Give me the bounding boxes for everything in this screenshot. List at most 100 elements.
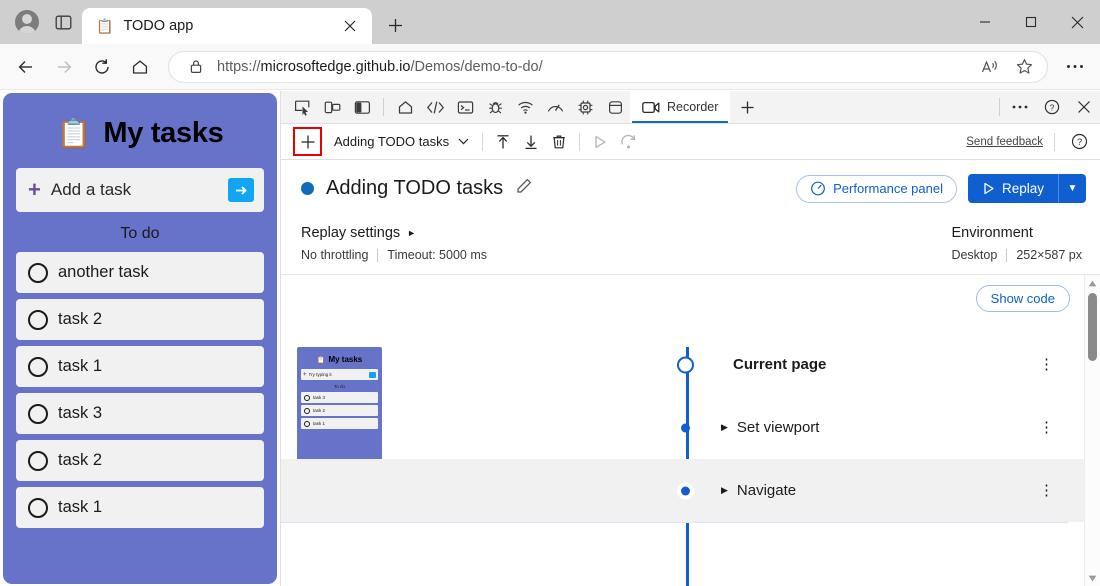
url-bar[interactable]: https://microsoftedge.github.io/Demos/de…: [168, 51, 1048, 83]
task-checkbox-icon[interactable]: [28, 263, 48, 283]
new-tab-button[interactable]: [378, 8, 412, 42]
step-menu-button[interactable]: ⋮: [1039, 420, 1084, 435]
reload-button[interactable]: [84, 49, 120, 85]
device-value: Desktop: [951, 248, 997, 262]
replay-recording-button[interactable]: [587, 129, 613, 155]
pencil-icon: [515, 177, 533, 195]
step-row-current-page[interactable]: Current page ⋮: [281, 333, 1084, 396]
show-code-button[interactable]: Show code: [976, 285, 1070, 312]
task-item[interactable]: task 2: [16, 299, 264, 340]
minimize-button[interactable]: [962, 0, 1008, 44]
replay-options-button[interactable]: ▼: [1058, 174, 1086, 203]
task-item[interactable]: task 2: [16, 440, 264, 481]
send-feedback-link[interactable]: Send feedback: [966, 136, 1043, 148]
dock-side-button[interactable]: [347, 91, 377, 123]
devtools-close-button[interactable]: [1068, 91, 1100, 124]
browser-tab[interactable]: 📋 TODO app: [82, 8, 372, 44]
read-aloud-icon[interactable]: [977, 54, 1003, 80]
play-icon: [592, 134, 608, 150]
expand-caret-icon[interactable]: ▶: [721, 422, 728, 433]
inspect-element-button[interactable]: [287, 91, 317, 123]
url-text: https://microsoftedge.github.io/Demos/de…: [217, 59, 969, 75]
task-item[interactable]: task 1: [16, 346, 264, 387]
task-item[interactable]: task 1: [16, 487, 264, 528]
close-window-button[interactable]: [1054, 0, 1100, 44]
maximize-button[interactable]: [1008, 0, 1054, 44]
task-item[interactable]: another task: [16, 252, 264, 293]
task-checkbox-icon[interactable]: [28, 357, 48, 377]
edit-recording-title-button[interactable]: [515, 177, 533, 200]
add-panel-button[interactable]: [730, 91, 764, 123]
tab-recorder-label: Recorder: [667, 100, 718, 114]
tab-recorder[interactable]: Recorder: [630, 91, 730, 123]
steps-divider: [281, 522, 1068, 523]
browser-more-button[interactable]: [1058, 50, 1092, 84]
star-icon[interactable]: [1011, 54, 1037, 80]
expand-caret-icon[interactable]: ▶: [721, 485, 728, 496]
console-panel-button[interactable]: [450, 91, 480, 123]
sources-debug-button[interactable]: [480, 91, 510, 123]
scroll-down-button[interactable]: [1088, 570, 1097, 586]
tab-favicon-icon: 📋: [96, 19, 113, 33]
help-icon: ?: [1044, 99, 1060, 115]
task-item[interactable]: task 3: [16, 393, 264, 434]
timeline-node-dot[interactable]: [681, 486, 690, 495]
step-menu-button[interactable]: ⋮: [1039, 357, 1084, 372]
add-task-submit-button[interactable]: [228, 178, 254, 202]
add-task-input[interactable]: Add a task: [51, 180, 218, 200]
add-task-input-row[interactable]: + Add a task: [16, 168, 264, 212]
import-recording-button[interactable]: [490, 129, 516, 155]
performance-panel-button[interactable]: Performance panel: [796, 175, 957, 203]
scroll-up-button[interactable]: [1088, 275, 1097, 291]
task-checkbox-icon[interactable]: [28, 451, 48, 471]
profile-button[interactable]: [10, 5, 44, 39]
recording-selector-label: Adding TODO tasks: [334, 134, 449, 149]
replay-button[interactable]: Replay: [968, 174, 1058, 203]
task-checkbox-icon[interactable]: [28, 404, 48, 424]
step-label: Navigate: [737, 482, 796, 499]
delete-recording-button[interactable]: [546, 129, 572, 155]
arrow-right-icon: [235, 185, 248, 196]
show-code-row: Show code: [281, 275, 1100, 312]
task-checkbox-icon[interactable]: [28, 498, 48, 518]
recorder-toolbar-right: Send feedback ?: [966, 129, 1100, 155]
replay-settings-heading[interactable]: Replay settings ►: [301, 225, 487, 241]
devtools-help-button[interactable]: ?: [1036, 91, 1068, 124]
more-options-icon: [1066, 64, 1084, 69]
network-panel-button[interactable]: [510, 91, 540, 123]
step-row-set-viewport[interactable]: ▶ Set viewport ⋮: [281, 396, 1084, 459]
expand-caret-icon[interactable]: ►: [407, 228, 416, 238]
application-panel-button[interactable]: [600, 91, 630, 123]
create-recording-button[interactable]: [295, 129, 320, 154]
forward-button[interactable]: [46, 49, 82, 85]
recorder-help-button[interactable]: ?: [1066, 129, 1092, 155]
timeline-node-dot[interactable]: [681, 423, 690, 432]
divider: [1006, 249, 1007, 262]
devtools-home-button[interactable]: [390, 91, 420, 123]
task-label: another task: [58, 263, 149, 282]
step-menu-button[interactable]: ⋮: [1039, 483, 1084, 498]
replay-button-group: Replay ▼: [968, 174, 1086, 203]
back-button[interactable]: [8, 49, 44, 85]
devtools-more-button[interactable]: [1004, 91, 1036, 124]
recording-selector[interactable]: Adding TODO tasks: [334, 134, 475, 149]
reload-icon: [93, 58, 111, 76]
home-icon: [397, 99, 414, 116]
export-recording-button[interactable]: [518, 129, 544, 155]
settings-chip-button[interactable]: [570, 91, 600, 123]
plus-icon: +: [28, 179, 41, 201]
timeline-node-ring[interactable]: [677, 356, 694, 373]
scrollbar-thumb[interactable]: [1088, 293, 1097, 361]
performance-panel-button[interactable]: [540, 91, 570, 123]
step-over-button[interactable]: [615, 129, 641, 155]
recorder-camera-icon: [642, 101, 660, 114]
elements-panel-button[interactable]: [420, 91, 450, 123]
tab-close-button[interactable]: [338, 14, 362, 38]
replay-settings-group[interactable]: Replay settings ► No throttling Timeout:…: [301, 225, 487, 262]
device-emulation-button[interactable]: [317, 91, 347, 123]
tab-list-button[interactable]: [48, 7, 78, 37]
steps-scrollbar[interactable]: [1084, 275, 1100, 586]
task-checkbox-icon[interactable]: [28, 310, 48, 330]
home-button[interactable]: [122, 49, 158, 85]
step-row-navigate[interactable]: ▶ Navigate ⋮: [281, 459, 1084, 522]
